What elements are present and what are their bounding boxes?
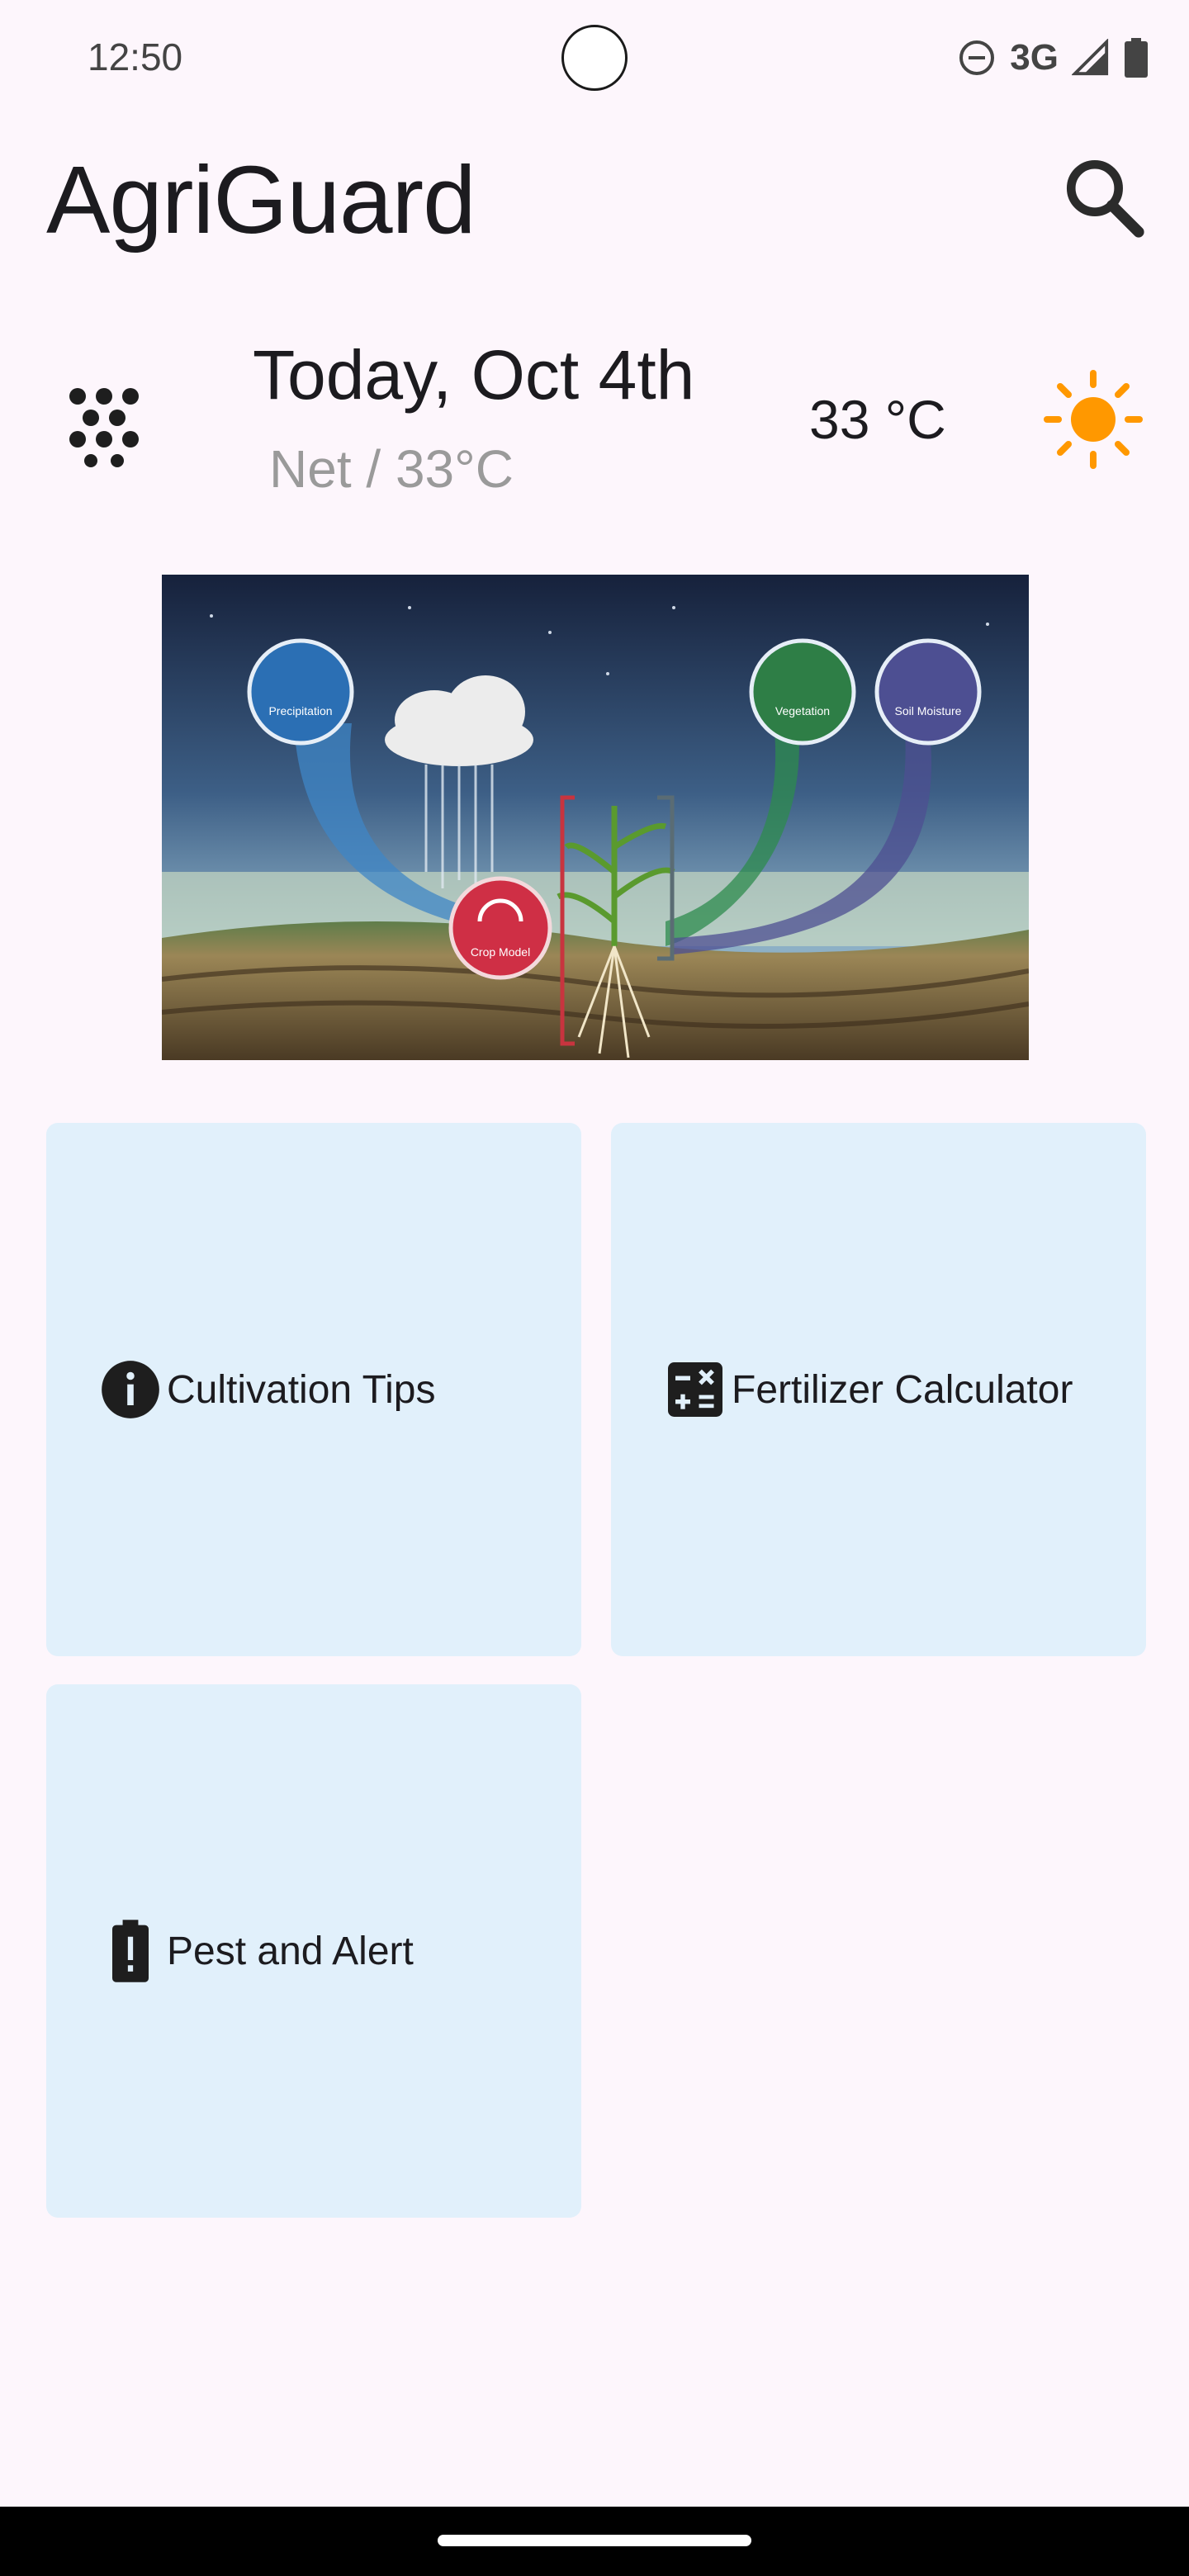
status-time: 12:50 [88, 36, 183, 78]
weather-dots-icon [61, 381, 147, 467]
do-not-disturb-icon [957, 38, 997, 78]
app-title: AgriGuard [46, 146, 476, 253]
hero-label-crop-model: Crop Model [471, 945, 530, 959]
status-icons: 3G [957, 33, 1149, 83]
network-type: 3G [1010, 37, 1059, 78]
battery-icon [1123, 38, 1149, 78]
fertilizer-calculator-card[interactable]: Fertilizer Calculator [611, 1123, 1146, 1656]
hero-label-precipitation: Precipitation [268, 704, 332, 717]
calculator-icon [664, 1358, 727, 1421]
date-text: Today, Oct 4th [253, 336, 695, 414]
home-indicator[interactable] [438, 2535, 751, 2546]
signal-icon [1072, 39, 1110, 77]
cultivation-tips-card[interactable]: Cultivation Tips [46, 1123, 581, 1656]
weather-subtitle: Net / 33°C [269, 439, 514, 499]
battery-alert-icon [99, 1920, 162, 1982]
info-icon [99, 1358, 162, 1421]
pest-and-alert-label: Pest and Alert [167, 1929, 414, 1973]
sun-icon [1042, 368, 1144, 471]
hero-label-soil-moisture: Soil Moisture [895, 704, 962, 717]
temperature-value: 33 °C [809, 389, 946, 450]
search-button[interactable] [1059, 152, 1149, 243]
pest-and-alert-card[interactable]: Pest and Alert [46, 1684, 581, 2218]
fertilizer-calculator-label: Fertilizer Calculator [732, 1367, 1073, 1412]
search-icon [1066, 159, 1144, 238]
hero-illustration: Precipitation Vegetation Soil Moisture C… [162, 575, 1029, 1060]
hero-label-vegetation: Vegetation [775, 704, 830, 717]
cultivation-tips-label: Cultivation Tips [167, 1367, 436, 1412]
camera-cutout [561, 25, 628, 91]
